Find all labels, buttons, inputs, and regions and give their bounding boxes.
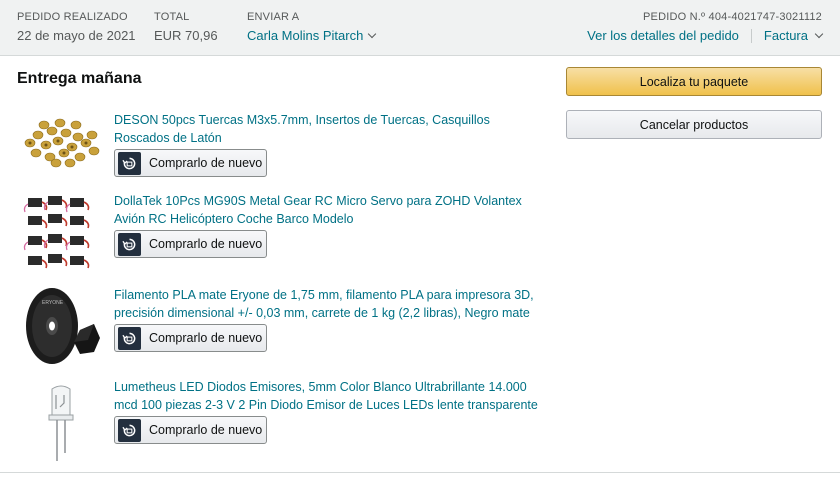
ship-to-column: ENVIAR A Carla Molins Pitarch <box>247 11 377 43</box>
buy-again-icon <box>118 151 141 175</box>
total-label: TOTAL <box>154 11 190 23</box>
buy-again-icon <box>118 326 141 350</box>
order-links: Ver los detalles del pedido Factura <box>587 28 824 43</box>
buy-again-label: Comprarlo de nuevo <box>149 331 263 345</box>
ship-to-name: Carla Molins Pitarch <box>247 28 364 43</box>
invoice-dropdown[interactable]: Factura <box>763 28 824 43</box>
buy-again-button[interactable]: Comprarlo de nuevo <box>114 149 267 177</box>
buy-again-button[interactable]: Comprarlo de nuevo <box>114 416 267 444</box>
delivery-status-title: Entrega mañana <box>17 70 142 87</box>
track-package-button[interactable]: Localiza tu paquete <box>566 67 822 96</box>
order-header: PEDIDO REALIZADO 22 de mayo de 2021 TOTA… <box>0 0 840 56</box>
buy-again-label: Comprarlo de nuevo <box>149 237 263 251</box>
ship-to-dropdown[interactable]: Carla Molins Pitarch <box>247 28 377 43</box>
order-details-link[interactable]: Ver los detalles del pedido <box>587 28 739 43</box>
item-title-link[interactable]: Filamento PLA mate Eryone de 1,75 mm, fi… <box>114 286 544 322</box>
cancel-items-button[interactable]: Cancelar productos <box>566 110 822 139</box>
invoice-label: Factura <box>763 28 808 43</box>
order-placed-column: PEDIDO REALIZADO 22 de mayo de 2021 <box>17 11 136 43</box>
order-placed-label: PEDIDO REALIZADO <box>17 11 128 23</box>
buy-again-button[interactable]: Comprarlo de nuevo <box>114 324 267 352</box>
led-diode-image[interactable] <box>18 381 104 465</box>
svg-text:ERYONE: ERYONE <box>42 300 64 306</box>
item-title-link[interactable]: DollaTek 10Pcs MG90S Metal Gear RC Micro… <box>114 192 544 228</box>
buy-again-button[interactable]: Comprarlo de nuevo <box>114 230 267 258</box>
order-placed-value: 22 de mayo de 2021 <box>17 28 136 43</box>
total-value: EUR 70,96 <box>154 28 218 43</box>
buy-again-label: Comprarlo de nuevo <box>149 156 263 170</box>
servo-motors-image[interactable] <box>18 192 104 274</box>
item-title-link[interactable]: Lumetheus LED Diodos Emisores, 5mm Color… <box>114 378 544 414</box>
link-divider <box>750 28 752 43</box>
card-bottom-divider <box>0 472 840 473</box>
total-column: TOTAL EUR 70,96 <box>154 11 218 43</box>
filament-spool-image[interactable]: ERYONE <box>18 286 104 368</box>
shipment-card: Entrega mañana DESON 50pcs Tuercas M3x5.… <box>0 57 840 473</box>
item-title-link[interactable]: DESON 50pcs Tuercas M3x5.7mm, Insertos d… <box>114 111 544 147</box>
order-number: PEDIDO N.º 404-4021747-3021112 <box>643 11 822 23</box>
chevron-down-icon <box>814 29 824 38</box>
brass-inserts-image[interactable] <box>18 113 104 173</box>
order-number-column: PEDIDO N.º 404-4021747-3021112 Ver los d… <box>587 11 824 43</box>
buy-again-label: Comprarlo de nuevo <box>149 423 263 437</box>
buy-again-icon <box>118 418 141 442</box>
buy-again-icon <box>118 232 141 256</box>
ship-to-label: ENVIAR A <box>247 11 300 23</box>
chevron-down-icon <box>368 29 377 38</box>
